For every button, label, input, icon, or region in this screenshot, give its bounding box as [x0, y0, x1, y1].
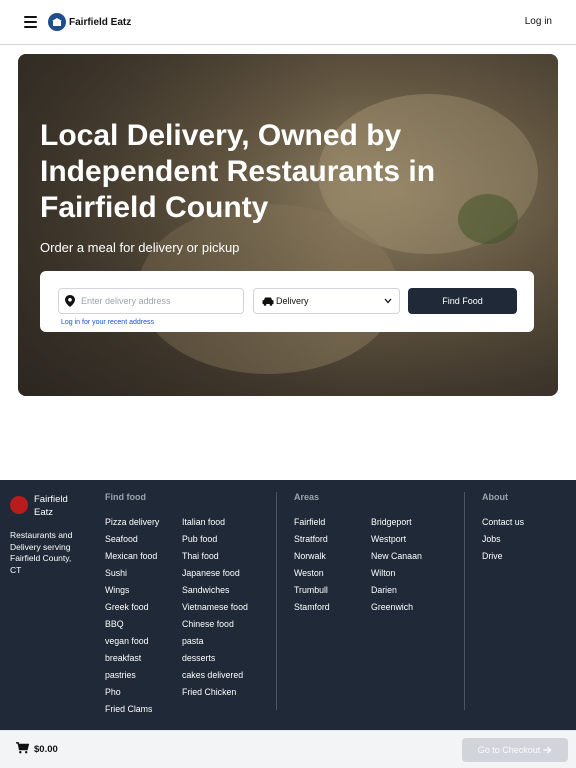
footer-link[interactable]: Pub food — [182, 531, 248, 548]
search-card: Log in for your recent address Delivery … — [40, 271, 534, 332]
footer-divider — [464, 492, 465, 710]
footer-link[interactable]: Greek food — [105, 599, 159, 616]
footer-link[interactable]: cakes delivered — [182, 667, 248, 684]
footer-link[interactable]: Greenwich — [371, 599, 422, 616]
footer-link[interactable]: desserts — [182, 650, 248, 667]
footer-link[interactable]: Chinese food — [182, 616, 248, 633]
login-link[interactable]: Log in — [525, 16, 552, 27]
footer-logo-icon — [10, 496, 28, 514]
cart-total: $0.00 — [34, 744, 58, 755]
footer-link[interactable]: BBQ — [105, 616, 159, 633]
footer-link[interactable]: Vietnamese food — [182, 599, 248, 616]
areas-col-1: Fairfield Stratford Norwalk Weston Trumbull S… — [294, 514, 330, 616]
footer-link[interactable]: Weston — [294, 565, 330, 582]
top-header: Fairfield Eatz Log in — [0, 0, 576, 45]
footer-brand-name: Fairfield Eatz — [34, 494, 68, 518]
order-mode-select[interactable]: Delivery — [253, 288, 400, 314]
footer-link[interactable]: Westport — [371, 531, 422, 548]
footer-link[interactable]: Pizza delivery — [105, 514, 159, 531]
footer-link[interactable]: Thai food — [182, 548, 248, 565]
footer-link[interactable]: Italian food — [182, 514, 248, 531]
footer-link[interactable]: Mexican food — [105, 548, 159, 565]
footer-link[interactable]: Contact us — [482, 514, 524, 531]
brand-name: Fairfield Eatz — [69, 16, 132, 28]
footer-link[interactable]: Japanese food — [182, 565, 248, 582]
checkout-label: Go to Checkout — [477, 745, 541, 755]
footer-link[interactable]: Wilton — [371, 565, 422, 582]
areas-col-2: Bridgeport Westport New Canaan Wilton Darien… — [371, 514, 422, 616]
hero-banner: Local Delivery, Owned by Independent Res… — [18, 54, 558, 396]
footer-link[interactable]: Trumbull — [294, 582, 330, 599]
about-heading: About — [482, 492, 508, 502]
footer-brand[interactable]: Fairfield Eatz — [10, 493, 74, 519]
footer-divider — [276, 492, 277, 710]
footer-link[interactable]: Darien — [371, 582, 422, 599]
location-pin-icon — [65, 295, 75, 307]
footer-link[interactable]: Stamford — [294, 599, 330, 616]
order-mode-value: Delivery — [276, 296, 309, 306]
footer-link[interactable]: pastries — [105, 667, 159, 684]
arrow-right-icon — [543, 746, 552, 754]
footer-link[interactable]: Sushi — [105, 565, 159, 582]
menu-icon[interactable] — [23, 15, 39, 29]
footer-link[interactable]: Fried Clams — [105, 701, 159, 718]
hero-subtitle: Order a meal for delivery or pickup — [40, 240, 240, 255]
footer-link[interactable]: vegan food — [105, 633, 159, 650]
checkout-button[interactable]: Go to Checkout — [462, 738, 568, 762]
footer-link[interactable]: Bridgeport — [371, 514, 422, 531]
footer-link[interactable]: Drive — [482, 548, 524, 565]
address-input[interactable] — [81, 296, 231, 306]
footer-link[interactable]: pasta — [182, 633, 248, 650]
cart-bar: $0.00 Go to Checkout — [0, 730, 576, 768]
cart-icon[interactable] — [16, 742, 29, 754]
find-food-col-2: Italian food Pub food Thai food Japanese fo… — [182, 514, 248, 701]
footer-link[interactable]: Fried Chicken — [182, 684, 248, 701]
chevron-down-icon — [384, 298, 392, 304]
footer-link[interactable]: Pho — [105, 684, 159, 701]
site-footer: Fairfield Eatz Restaurants and Delivery … — [0, 480, 576, 730]
about-col: Contact us Jobs Drive — [482, 514, 524, 565]
find-food-col-1: Pizza delivery Seafood Mexican food Sushi Wi… — [105, 514, 159, 718]
find-food-button[interactable]: Find Food — [408, 288, 517, 314]
hero-title: Local Delivery, Owned by Independent Res… — [40, 119, 436, 224]
footer-link[interactable]: Seafood — [105, 531, 159, 548]
logo-icon — [48, 13, 66, 31]
footer-link[interactable]: Norwalk — [294, 548, 330, 565]
footer-link[interactable]: breakfast — [105, 650, 159, 667]
recent-address-login-link[interactable]: Log in for your recent address — [61, 319, 154, 326]
footer-link[interactable]: Sandwiches — [182, 582, 248, 599]
footer-link[interactable]: Stratford — [294, 531, 330, 548]
find-food-heading: Find food — [105, 492, 146, 502]
footer-link[interactable]: Fairfield — [294, 514, 330, 531]
address-field[interactable] — [58, 288, 244, 314]
brand-logo[interactable]: Fairfield Eatz — [48, 13, 131, 31]
footer-link[interactable]: Wings — [105, 582, 159, 599]
car-icon — [262, 297, 274, 306]
footer-link[interactable]: New Canaan — [371, 548, 422, 565]
footer-link[interactable]: Jobs — [482, 531, 524, 548]
footer-tagline: Restaurants and Delivery serving Fairfie… — [10, 530, 73, 575]
areas-heading: Areas — [294, 492, 320, 502]
